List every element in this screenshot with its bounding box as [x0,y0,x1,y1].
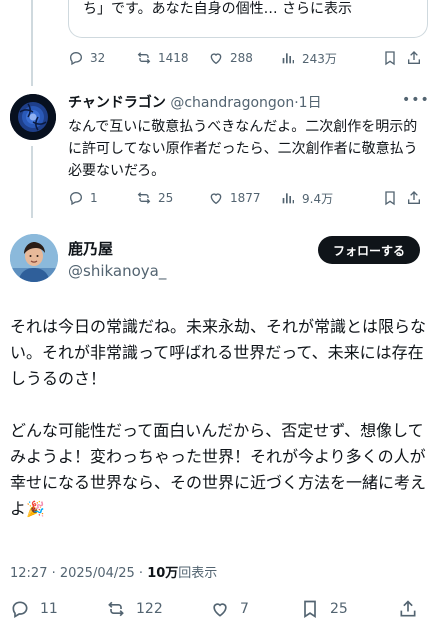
repost-count: 122 [136,601,163,617]
rose-avatar-icon [10,94,56,140]
thread-line-top [31,0,33,86]
views-button[interactable]: 243万 [280,50,380,67]
main-tweet-actions: 11 122 7 25 [10,596,430,622]
like-button[interactable]: 288 [208,50,280,66]
reply-time[interactable]: ·1日 [294,95,321,111]
repost-button[interactable]: 1418 [136,50,208,66]
reply-icon [69,51,83,66]
reply-actions: 1 25 1877 9.4万 [68,186,428,210]
quoted-tweet-text: ち」です。あなた自身の個性… さらに表示 [83,0,352,18]
author-handle[interactable]: @shikanoya_ [68,262,166,280]
reply-button[interactable]: 32 [68,50,136,66]
tweet-meta: 12:27 · 2025/04/25 · 10万回表示 [10,562,217,581]
bookmark-icon [304,600,316,619]
share-button[interactable] [406,50,428,66]
like-count: 288 [230,51,253,65]
person-avatar-icon [10,234,58,282]
thread-line-reply [31,146,33,218]
show-more-link[interactable]: さらに表示 [282,1,352,17]
tweet-paragraph-2-text: どんな可能性だって面白いんだから、否定せず、想像してみようよ！変わっちゃった世界… [10,421,427,518]
views-button[interactable]: 9.4万 [280,190,380,207]
share-button[interactable] [406,190,428,206]
reply-text: なんで互いに敬意払うべきなんだよ。二次創作を明示的に許可してない原作者だったら、… [68,119,418,179]
reply-icon [69,191,83,206]
tweet-views-label: 回表示 [178,566,218,581]
reply-count: 1 [90,191,98,205]
follow-button[interactable]: フォローする [318,236,420,264]
tweet-text: それは今日の常識だね。未来永劫、それが常識とは限らない。それが非常識って呼ばれる… [10,314,430,548]
like-icon [210,53,222,65]
like-icon [213,603,227,617]
repost-icon [137,192,151,204]
bookmark-button[interactable]: 25 [300,599,398,619]
reply-button[interactable]: 11 [10,599,106,619]
share-icon [408,191,420,204]
bookmark-button[interactable] [380,190,406,206]
like-count: 7 [240,601,249,617]
views-count: 9.4万 [302,191,334,206]
reply-icon [12,601,28,618]
quoted-text-body: ち」です。あなた自身の個性… [83,1,283,17]
share-icon [400,600,416,617]
repost-button[interactable]: 122 [106,599,210,619]
tweet-timestamp[interactable]: 12:27 · 2025/04/25 · [10,566,147,581]
repost-count: 1418 [158,51,189,65]
top-tweet-actions: 32 1418 288 243万 [68,46,428,70]
like-button[interactable]: 1877 [208,190,280,206]
repost-button[interactable]: 25 [136,190,208,206]
reply-count: 32 [90,51,106,65]
quoted-tweet-card[interactable]: ち」です。あなた自身の個性… さらに表示 [68,0,428,38]
party-popper-emoji: 🎉 [26,500,45,518]
repost-count: 25 [158,191,174,205]
reply-button[interactable]: 1 [68,190,136,206]
bookmark-count: 25 [330,601,348,617]
bookmark-icon [385,191,395,206]
tweet-paragraph-2: どんな可能性だって面白いんだから、否定せず、想像してみようよ！変わっちゃった世界… [10,418,430,522]
like-button[interactable]: 7 [210,599,300,619]
avatar[interactable] [10,94,56,140]
tweet-paragraph-1: それは今日の常識だね。未来永劫、それが常識とは限らない。それが非常識って呼ばれる… [10,317,427,388]
views-icon [282,193,294,204]
tweet-views-count: 10万 [147,566,179,581]
views-count: 243万 [302,51,337,66]
reply-author-handle[interactable]: @chandragongon [170,95,294,111]
reply-header: チャンドラゴン @chandragongon·1日 [68,92,322,112]
author-name[interactable]: 鹿乃屋 [68,238,113,259]
more-options-icon[interactable]: ••• [402,92,429,110]
bookmark-icon [385,51,395,66]
bookmark-button[interactable] [380,50,406,66]
reply-author-name[interactable]: チャンドラゴン [68,95,166,111]
share-button[interactable] [398,599,428,619]
repost-icon [137,52,151,64]
avatar[interactable] [10,234,58,282]
share-icon [408,51,420,64]
reply-count: 11 [40,601,58,617]
tweet-thread: ち」です。あなた自身の個性… さらに表示 32 1418 288 243万 チャ… [0,0,438,640]
like-icon [210,193,222,205]
views-icon [282,53,294,64]
repost-icon [108,601,124,617]
like-count: 1877 [230,191,261,205]
